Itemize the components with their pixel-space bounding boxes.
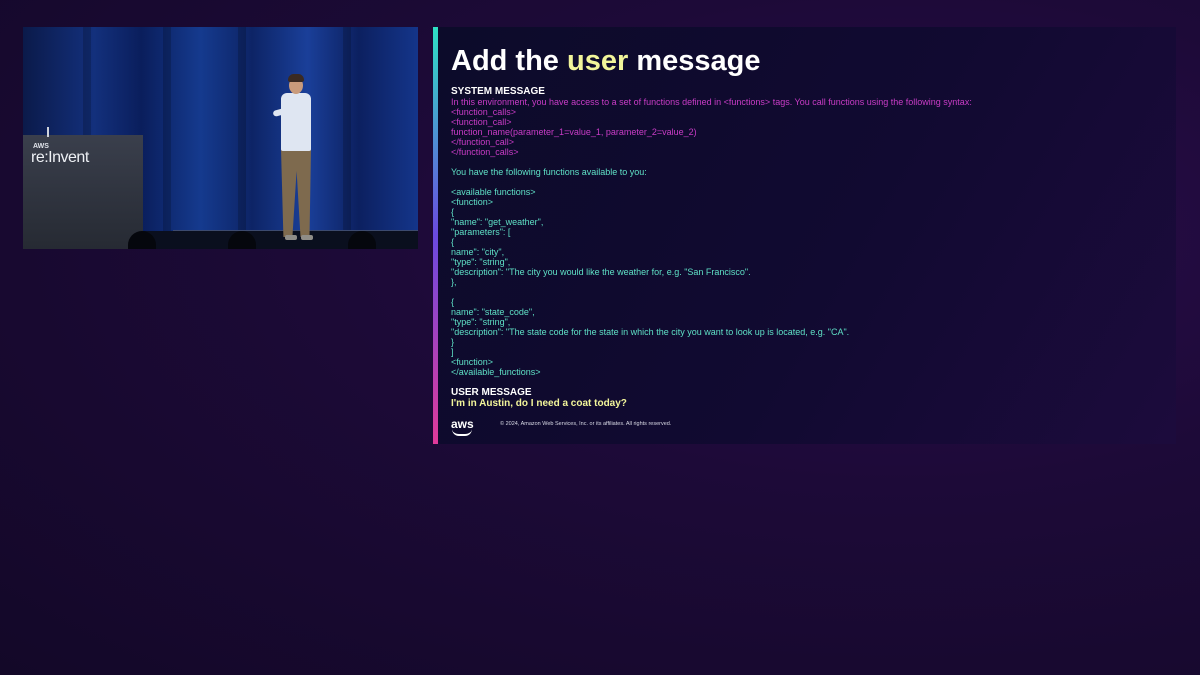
speaker-shoe: [285, 235, 297, 240]
function-definition-line: },: [451, 277, 457, 287]
function-definition-line: name": "city",: [451, 247, 505, 257]
function-definition-line: {: [451, 297, 455, 307]
system-message-line: In this environment, you have access to …: [451, 97, 972, 107]
speaker-pants: [281, 149, 311, 237]
title-highlight: user: [567, 45, 629, 77]
curtain-fold: [238, 27, 246, 249]
function-definition-line: }: [451, 337, 455, 347]
function-definition-line: {: [451, 207, 455, 217]
function-definition-line: "description": "The state code for the s…: [451, 327, 850, 337]
speaker-shirt: [281, 93, 311, 151]
function-definition-line: name": "state_code",: [451, 307, 535, 317]
user-message-label: USER MESSAGE: [451, 387, 532, 398]
function-definition-line: </available_functions>: [451, 367, 541, 377]
reinvent-logo: re:Invent: [31, 149, 89, 166]
system-message-line: <function_call>: [451, 117, 512, 127]
copyright-text: © 2024, Amazon Web Services, Inc. or its…: [500, 421, 672, 427]
aws-smile-icon: [452, 429, 472, 436]
presentation-slide: Add the user message SYSTEM MESSAGE In t…: [433, 27, 1176, 444]
podium: AWS re:Invent: [23, 135, 143, 249]
curtain-fold: [163, 27, 171, 249]
stage-video-feed: AWS re:Invent: [23, 27, 418, 249]
title-prefix: Add the: [451, 45, 567, 77]
curtain-fold: [343, 27, 351, 249]
function-definition-line: You have the following functions availab…: [451, 167, 647, 177]
function-definition-line: "parameters": [: [451, 227, 511, 237]
user-message-text: I'm in Austin, do I need a coat today?: [451, 398, 627, 409]
function-definition-line: "type": "string",: [451, 317, 511, 327]
function-definition-line: <function>: [451, 197, 494, 207]
function-definition-line: "type": "string",: [451, 257, 511, 267]
function-definition-line: "name": "get_weather",: [451, 217, 544, 227]
system-message-line: </function_calls>: [451, 147, 519, 157]
speaker-shoe: [301, 235, 313, 240]
system-message-line: <function_calls>: [451, 107, 517, 117]
system-message-label: SYSTEM MESSAGE: [451, 86, 545, 97]
slide-content: SYSTEM MESSAGE In this environment, you …: [451, 86, 1166, 409]
system-message-line: </function_call>: [451, 137, 515, 147]
function-definition-line: <function>: [451, 357, 494, 367]
title-suffix: message: [628, 45, 761, 77]
microphone: [47, 127, 49, 137]
slide-footer: aws © 2024, Amazon Web Services, Inc. or…: [451, 417, 751, 436]
function-definition-line: <available functions>: [451, 187, 536, 197]
slide-accent-bar: [433, 27, 438, 444]
functions-block: You have the following functions availab…: [451, 167, 1166, 377]
system-message-block: In this environment, you have access to …: [451, 97, 1166, 157]
speaker-hair: [288, 74, 304, 82]
system-message-line: function_name(parameter_1=value_1, param…: [451, 127, 697, 137]
function-definition-line: ]: [451, 347, 454, 357]
function-definition-line: "description": "The city you would like …: [451, 267, 751, 277]
function-definition-line: {: [451, 237, 455, 247]
slide-title: Add the user message: [451, 45, 760, 78]
